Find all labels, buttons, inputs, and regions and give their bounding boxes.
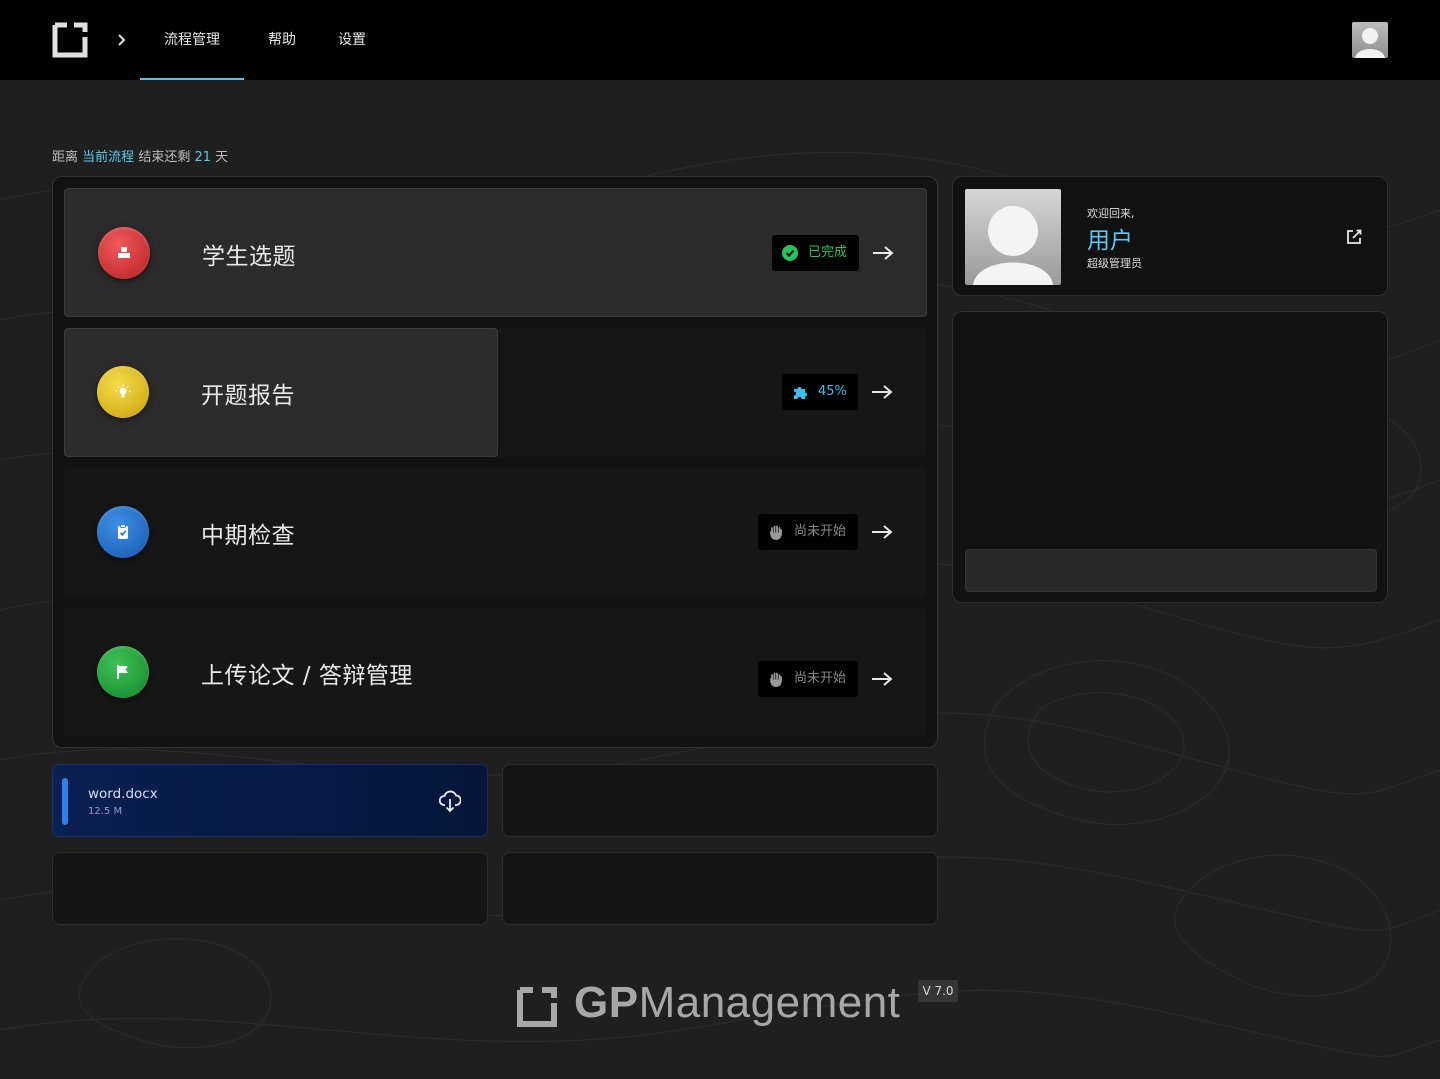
status-badge: 尚未开始: [758, 514, 858, 550]
flag-icon: [117, 665, 128, 679]
nav-link-process[interactable]: 流程管理: [140, 0, 244, 80]
user-photo: [965, 189, 1061, 285]
file-size: 12.5 M: [88, 806, 123, 817]
countdown-middle: 结束还剩: [138, 150, 191, 165]
top-navbar: 流程管理 帮助 设置: [0, 0, 1440, 80]
file-accent-bar: [62, 778, 68, 825]
step-student-topic[interactable]: 学生选题 已完成: [64, 188, 927, 317]
status-text: 已完成: [808, 245, 848, 260]
status-badge: 已完成: [772, 235, 859, 271]
edit-profile-icon[interactable]: [1345, 228, 1363, 246]
countdown-suffix: 天: [215, 150, 229, 165]
chevron-right-icon: [118, 34, 126, 46]
nav-link-help[interactable]: 帮助: [258, 0, 306, 80]
step-icon-circle: [98, 227, 150, 279]
arrow-right-icon[interactable]: [871, 670, 893, 688]
nav-link-settings[interactable]: 设置: [328, 0, 376, 80]
step-thesis-defense[interactable]: 上传论文 / 答辩管理 尚未开始: [64, 608, 927, 737]
hand-stop-icon: [770, 672, 782, 687]
step-title: 上传论文 / 答辩管理: [201, 663, 413, 689]
step-proposal-report[interactable]: 开题报告 45%: [64, 328, 927, 457]
version-badge: V 7.0: [918, 980, 958, 1002]
clipboard-check-icon: [118, 524, 128, 539]
user-placeholder-icon: [1355, 28, 1385, 58]
step-title: 开题报告: [201, 383, 295, 409]
info-panel-bar: [965, 549, 1377, 592]
welcome-text: 欢迎回来,: [1087, 207, 1135, 220]
countdown-target[interactable]: 当前流程: [82, 150, 134, 165]
step-title: 学生选题: [202, 244, 296, 270]
step-midterm-check[interactable]: 中期检查 尚未开始: [64, 468, 927, 597]
lightbulb-icon: [115, 384, 131, 398]
puzzle-icon: [794, 387, 807, 399]
brand-suffix: Management: [638, 978, 901, 1027]
step-icon-circle: [97, 506, 149, 558]
status-text: 尚未开始: [794, 671, 847, 686]
file-name: word.docx: [88, 786, 158, 802]
check-circle-icon: [782, 245, 798, 261]
process-steps-panel: 学生选题 已完成 开题报告 45% 中期检查 尚未开始 上传论文 / 答辩管理 …: [52, 176, 938, 748]
step-icon-circle: [97, 646, 149, 698]
hand-stop-icon: [770, 525, 782, 540]
countdown-prefix: 距离: [52, 150, 79, 165]
status-text: 尚未开始: [794, 524, 847, 539]
file-card-empty: [502, 852, 938, 925]
status-badge: 尚未开始: [758, 661, 858, 697]
step-title: 中期检查: [201, 523, 295, 549]
progress-percent: 45%: [818, 384, 847, 399]
file-card-empty: [502, 764, 938, 837]
user-name: 用户: [1087, 228, 1133, 254]
cloud-download-icon[interactable]: [439, 789, 461, 813]
status-badge: 45%: [782, 374, 858, 410]
arrow-right-icon[interactable]: [871, 383, 893, 401]
countdown-days: 21: [194, 150, 212, 165]
file-card-empty: [52, 852, 488, 925]
arrow-right-icon[interactable]: [871, 523, 893, 541]
app-logo-icon[interactable]: [52, 22, 88, 58]
step-icon-circle: [97, 366, 149, 418]
avatar[interactable]: [1352, 22, 1388, 58]
user-role: 超级管理员: [1087, 257, 1142, 270]
stamp-icon: [118, 247, 130, 258]
file-card[interactable]: word.docx 12.5 M: [52, 764, 488, 837]
brand-logo-icon: [517, 987, 557, 1027]
arrow-right-icon[interactable]: [872, 244, 894, 262]
brand-prefix: GP: [574, 978, 639, 1027]
user-profile-card: 欢迎回来, 用户 超级管理员: [952, 176, 1388, 296]
info-panel: [952, 311, 1388, 603]
user-placeholder-icon: [973, 206, 1053, 285]
deadline-countdown: 距离 当前流程 结束还剩 21 天: [52, 146, 228, 165]
brand-name: GPManagement: [574, 978, 900, 1028]
